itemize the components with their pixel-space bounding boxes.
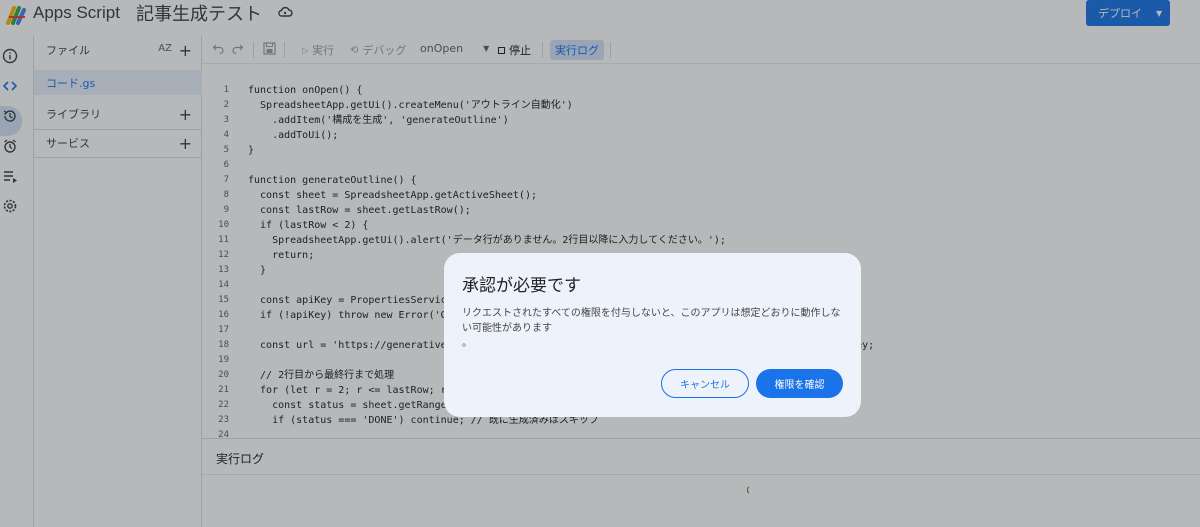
cancel-button[interactable]: キャンセル [661,369,749,398]
review-permissions-button[interactable]: 権限を確認 [756,369,843,398]
dialog-title: 承認が必要です [462,276,581,296]
dialog-message: リクエストされたすべての権限を付与しないと、このアプリは想定どおりに動作しない可… [462,308,841,334]
dialog-message-tail: 。 [462,338,472,349]
dialog-body: リクエストされたすべての権限を付与しないと、このアプリは想定どおりに動作しない可… [462,306,847,351]
authorization-dialog: 承認が必要です リクエストされたすべての権限を付与しないと、このアプリは想定どお… [444,253,861,417]
